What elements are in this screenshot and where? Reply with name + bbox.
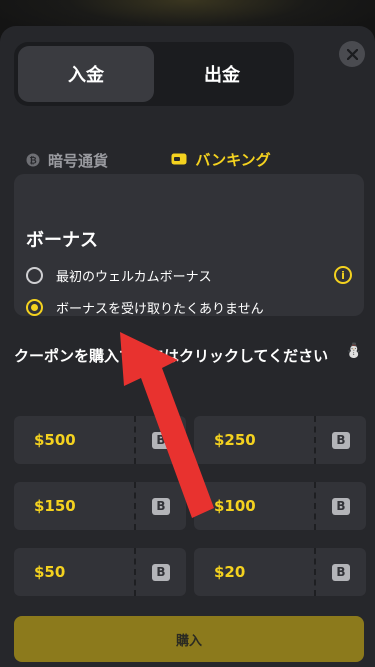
b-logo-icon: B — [152, 497, 170, 515]
coupon-50[interactable]: $50 B — [14, 548, 186, 596]
coupon-value: $100 — [194, 482, 316, 530]
coupon-value: $500 — [14, 416, 136, 464]
close-icon — [346, 48, 358, 60]
coupon-value: $20 — [194, 548, 316, 596]
bonus-option-welcome[interactable]: 最初のウェルカムボーナス — [26, 266, 212, 285]
bonus-option-welcome-label: 最初のウェルカムボーナス — [56, 270, 212, 285]
coupon-500[interactable]: $500 B — [14, 416, 186, 464]
tab-withdraw[interactable]: 出金 — [154, 46, 290, 102]
coupon-value: $150 — [14, 482, 136, 530]
tab-banking-label: バンキング — [195, 150, 271, 169]
tab-crypto-label: 暗号通貨 — [48, 151, 109, 170]
snowman-icon: ⛄ — [345, 343, 363, 359]
bonus-option-none-label: ボーナスを受け取りたくありません — [56, 302, 264, 317]
close-button[interactable] — [339, 41, 365, 67]
radio-no-bonus[interactable] — [26, 299, 43, 316]
b-logo-icon: B — [332, 563, 350, 581]
tab-deposit[interactable]: 入金 — [18, 46, 154, 102]
coupon-100[interactable]: $100 B — [194, 482, 366, 530]
svg-text:₿: ₿ — [29, 156, 36, 167]
transaction-type-toggle: 入金 出金 — [14, 42, 294, 106]
coupon-150[interactable]: $150 B — [14, 482, 186, 530]
coupon-value: $250 — [194, 416, 316, 464]
info-icon[interactable]: i — [334, 266, 352, 284]
radio-welcome-bonus[interactable] — [26, 267, 43, 284]
buy-button[interactable]: 購入 — [14, 616, 364, 662]
coupon-20[interactable]: $20 B — [194, 548, 366, 596]
bonus-option-none[interactable]: ボーナスを受け取りたくありません — [26, 298, 264, 317]
b-logo-icon: B — [332, 497, 350, 515]
coupon-value: $50 — [14, 548, 136, 596]
coupon-heading: クーポンを購入するにはクリックしてください — [14, 347, 329, 365]
coupon-250[interactable]: $250 B — [194, 416, 366, 464]
coin-icon: ₿ — [26, 153, 40, 167]
b-logo-icon: B — [152, 431, 170, 449]
b-logo-icon: B — [332, 431, 350, 449]
card-icon — [171, 152, 187, 166]
bonus-title: ボーナス — [26, 230, 98, 251]
b-logo-icon: B — [152, 563, 170, 581]
